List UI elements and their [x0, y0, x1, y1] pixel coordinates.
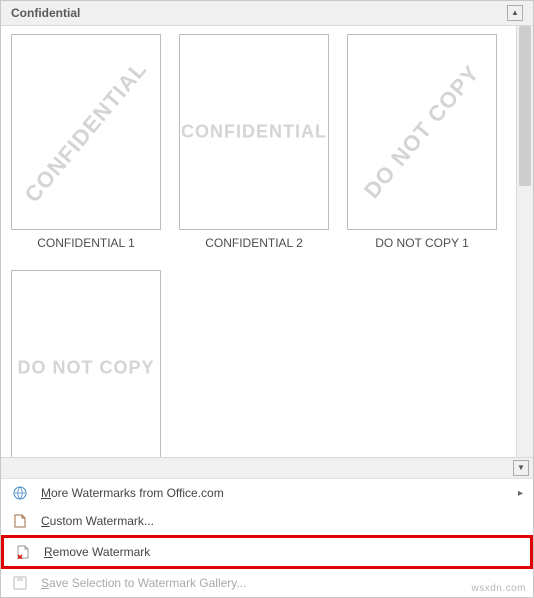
watermark-text: DO NOT COPY: [359, 60, 485, 203]
gallery-header: Confidential ▲: [1, 1, 533, 26]
gallery-footer-row: ▼: [1, 457, 533, 478]
page-icon: [11, 512, 29, 530]
menu-label: Remove Watermark: [44, 545, 520, 559]
menu-custom-watermark[interactable]: Custom Watermark...: [1, 507, 533, 535]
menu-remove-watermark[interactable]: Remove Watermark: [1, 535, 533, 569]
watermark-preview: CONFIDENTIAL: [11, 34, 161, 230]
save-gallery-icon: [11, 574, 29, 592]
menu-save-selection: Save Selection to Watermark Gallery...: [1, 569, 533, 597]
watermark-preview: CONFIDENTIAL: [179, 34, 329, 230]
menu-list: More Watermarks from Office.com ▸ Custom…: [1, 478, 533, 597]
menu-more-watermarks[interactable]: More Watermarks from Office.com ▸: [1, 479, 533, 507]
gallery-title: Confidential: [11, 6, 80, 20]
scroll-up-button[interactable]: ▲: [507, 5, 523, 21]
menu-label: Custom Watermark...: [41, 514, 523, 528]
watermark-text: DO NOT COPY: [17, 358, 154, 379]
watermark-option-confidential-1[interactable]: CONFIDENTIAL CONFIDENTIAL 1: [11, 34, 161, 250]
scrollbar-track[interactable]: [517, 26, 533, 457]
watermark-option-donotcopy-1[interactable]: DO NOT COPY DO NOT COPY 1: [347, 34, 497, 250]
menu-label: More Watermarks from Office.com: [41, 486, 506, 500]
gallery-area: CONFIDENTIAL CONFIDENTIAL 1 CONFIDENTIAL…: [1, 26, 533, 457]
scrollbar-thumb[interactable]: [519, 26, 531, 186]
watermark-label: DO NOT COPY 1: [375, 236, 469, 250]
watermark-label: CONFIDENTIAL 2: [205, 236, 303, 250]
scroll-down-button[interactable]: ▼: [513, 460, 529, 476]
globe-icon: [11, 484, 29, 502]
watermark-option-donotcopy-2[interactable]: DO NOT COPY DO NOT COPY 2: [11, 270, 161, 457]
vertical-scrollbar[interactable]: [516, 26, 533, 457]
watermark-gallery-panel: Confidential ▲ CONFIDENTIAL CONFIDENTIAL…: [0, 0, 534, 598]
watermark-preview: DO NOT COPY: [347, 34, 497, 230]
watermark-preview: DO NOT COPY: [11, 270, 161, 457]
menu-label: Save Selection to Watermark Gallery...: [41, 576, 523, 590]
watermark-label: CONFIDENTIAL 1: [37, 236, 135, 250]
page-remove-icon: [14, 543, 32, 561]
watermark-text: CONFIDENTIAL: [181, 122, 327, 143]
submenu-arrow-icon: ▸: [518, 488, 523, 499]
gallery-grid: CONFIDENTIAL CONFIDENTIAL 1 CONFIDENTIAL…: [1, 26, 533, 457]
watermark-text: CONFIDENTIAL: [20, 56, 153, 207]
watermark-option-confidential-2[interactable]: CONFIDENTIAL CONFIDENTIAL 2: [179, 34, 329, 250]
